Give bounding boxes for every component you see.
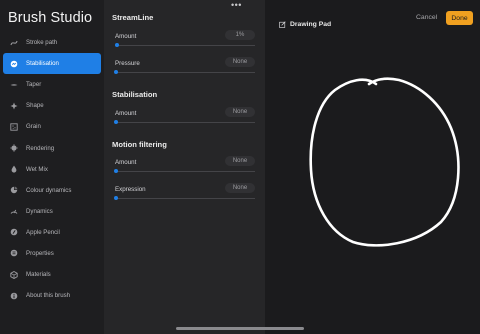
sidebar-item-rendering[interactable]: Rendering <box>3 137 101 158</box>
app-title: Brush Studio <box>8 10 93 26</box>
param-label: Expression <box>115 186 146 193</box>
drawing-pad[interactable]: Drawing Pad Cancel Done <box>265 0 480 334</box>
sidebar-item-apple-pencil[interactable]: Apple Pencil <box>3 222 101 243</box>
sidebar-item-stabilisation[interactable]: Stabilisation <box>3 53 101 75</box>
sidebar-item-label: Grain <box>26 123 41 131</box>
sidebar-item-dynamics[interactable]: Dynamics <box>3 201 101 222</box>
streamline-amount-setting: Amount 1% <box>115 30 255 51</box>
slider-track[interactable] <box>115 72 255 73</box>
more-horizontal-icon[interactable]: ••• <box>231 0 242 10</box>
slider-thumb[interactable] <box>114 120 118 124</box>
grain-icon <box>10 123 18 131</box>
sidebar-item-label: Taper <box>26 81 42 89</box>
sidebar-item-label: Colour dynamics <box>26 186 72 194</box>
stroke-path-icon <box>10 39 18 47</box>
slider-thumb[interactable] <box>115 43 120 47</box>
taper-icon <box>10 81 18 89</box>
slider-thumb[interactable] <box>114 196 118 200</box>
slider-track[interactable] <box>115 45 255 46</box>
sidebar-nav: Stroke path Stabilisation Taper Shape Gr… <box>3 32 101 306</box>
sidebar-item-stroke-path[interactable]: Stroke path <box>3 32 101 53</box>
param-label: Pressure <box>115 60 140 67</box>
param-label: Amount <box>115 110 137 117</box>
sidebar-item-properties[interactable]: Properties <box>3 243 101 264</box>
home-indicator[interactable] <box>176 327 304 330</box>
sidebar-item-label: Apple Pencil <box>26 228 60 236</box>
sidebar: Brush Studio Stroke path Stabilisation T… <box>0 0 104 334</box>
slider-track[interactable] <box>115 122 255 123</box>
sidebar-item-label: Stroke path <box>26 39 58 47</box>
param-value-badge[interactable]: None <box>225 183 255 193</box>
sidebar-item-label: Stabilisation <box>26 60 59 68</box>
sidebar-item-label: Materials <box>26 271 51 279</box>
sidebar-item-materials[interactable]: Materials <box>3 264 101 285</box>
colour-dynamics-icon <box>10 186 18 194</box>
materials-icon <box>10 270 18 279</box>
sidebar-item-label: Dynamics <box>26 207 53 215</box>
shape-icon <box>10 102 18 110</box>
slider-track[interactable] <box>115 171 255 172</box>
settings-panel: ••• StreamLine Amount 1% Pressure None S… <box>104 0 265 334</box>
param-value-badge[interactable]: None <box>225 57 255 67</box>
sidebar-item-label: Wet Mix <box>26 165 48 173</box>
section-title-stabilisation: Stabilisation <box>112 90 158 99</box>
sidebar-item-about-this-brush[interactable]: About this brush <box>3 285 101 306</box>
drawn-stroke <box>309 77 460 247</box>
properties-icon <box>10 249 18 257</box>
slider-track[interactable] <box>115 198 255 199</box>
stabilisation-icon <box>10 60 18 68</box>
streamline-pressure-setting: Pressure None <box>114 57 255 78</box>
section-title-motion-filtering: Motion filtering <box>112 140 167 149</box>
param-value-badge[interactable]: 1% <box>225 30 255 40</box>
dynamics-icon <box>10 207 18 215</box>
sidebar-item-shape[interactable]: Shape <box>3 95 101 116</box>
sidebar-item-label: Properties <box>26 249 54 257</box>
rendering-icon <box>10 144 18 152</box>
param-label: Amount <box>115 33 137 40</box>
param-label: Amount <box>115 159 137 166</box>
sidebar-item-label: About this brush <box>26 292 71 300</box>
wet-mix-icon <box>10 165 18 173</box>
sidebar-item-taper[interactable]: Taper <box>3 74 101 95</box>
sidebar-item-colour-dynamics[interactable]: Colour dynamics <box>3 180 101 201</box>
apple-pencil-icon <box>10 228 18 236</box>
motion-filtering-amount-setting: Amount None <box>114 156 255 177</box>
stabilisation-amount-setting: Amount None <box>114 107 255 128</box>
info-icon <box>10 292 18 300</box>
sidebar-item-label: Shape <box>26 102 44 110</box>
slider-thumb[interactable] <box>114 70 118 74</box>
sidebar-item-wet-mix[interactable]: Wet Mix <box>3 159 101 180</box>
sidebar-item-grain[interactable]: Grain <box>3 116 101 137</box>
param-value-badge[interactable]: None <box>225 156 255 166</box>
param-value-badge[interactable]: None <box>225 107 255 117</box>
section-title-streamline: StreamLine <box>112 13 154 22</box>
sidebar-item-label: Rendering <box>26 144 55 152</box>
motion-filtering-expression-setting: Expression None <box>114 183 255 204</box>
slider-thumb[interactable] <box>114 169 118 173</box>
